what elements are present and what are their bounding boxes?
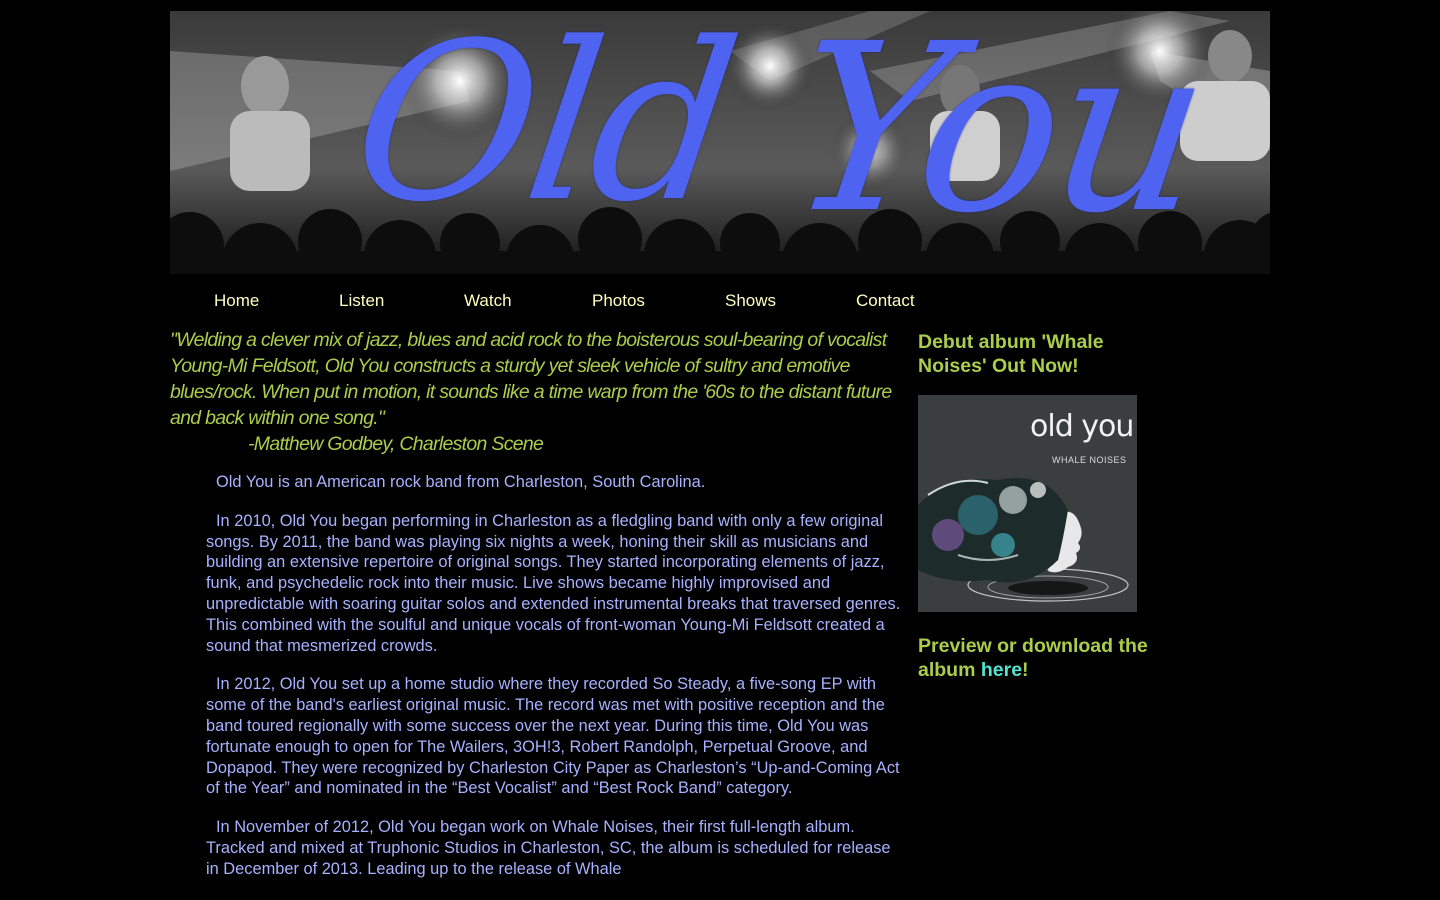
nav-listen-link[interactable]: Listen <box>339 290 384 312</box>
press-quote-attribution: -Matthew Godbey, Charleston Scene <box>248 433 544 455</box>
press-quote: "Welding a clever mix of jazz, blues and… <box>170 327 900 457</box>
main-nav: Home Listen Watch Photos Shows Contact <box>170 290 1070 312</box>
press-quote-text: "Welding a clever mix of jazz, blues and… <box>170 329 892 429</box>
album-cover-band-name: old you <box>1030 409 1134 444</box>
album-preview-link[interactable]: here <box>981 659 1022 681</box>
concert-photo <box>170 11 1270 274</box>
page: Old You Home Listen Watch Photos Shows C… <box>0 0 1440 900</box>
album-preview-suffix: ! <box>1022 659 1029 681</box>
bio-section: Old You is an American rock band from Ch… <box>206 472 906 898</box>
header-banner: Old You <box>170 11 1270 274</box>
album-cover-image[interactable]: old you WHALE NOISES <box>918 395 1137 612</box>
nav-photos-link[interactable]: Photos <box>592 290 645 312</box>
bio-paragraph: In 2012, Old You set up a home studio wh… <box>206 675 900 798</box>
nav-home-link[interactable]: Home <box>214 290 259 312</box>
bio-paragraph: Old You is an American rock band from Ch… <box>216 473 706 491</box>
album-preview-callout: Preview or download the album here! <box>918 634 1198 682</box>
bio-paragraph: In November of 2012, Old You began work … <box>206 818 891 878</box>
nav-watch-link[interactable]: Watch <box>464 290 512 312</box>
bio-paragraph: In 2010, Old You began performing in Cha… <box>206 511 901 655</box>
album-cover-title: WHALE NOISES <box>1052 455 1127 465</box>
nav-contact-link[interactable]: Contact <box>856 290 915 312</box>
album-announcement-heading: Debut album 'Whale Noises' Out Now! <box>918 331 1104 377</box>
nav-shows-link[interactable]: Shows <box>725 290 776 312</box>
album-preview-text: Preview or download the album <box>918 635 1148 681</box>
